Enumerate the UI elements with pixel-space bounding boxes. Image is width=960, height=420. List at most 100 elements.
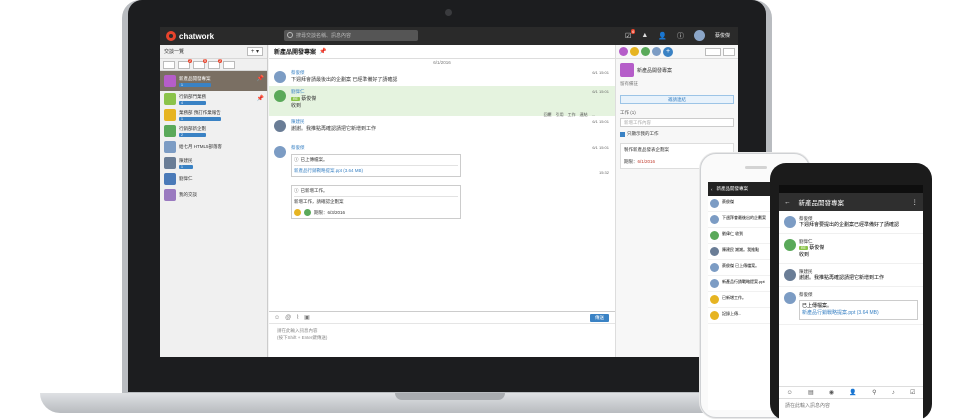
room-name: 新產品開發專案 (179, 75, 211, 81)
emoji-icon[interactable]: ☺ (787, 390, 793, 396)
info-icon[interactable]: ⓘ (677, 31, 684, 41)
room-count-badge: 1 (179, 116, 221, 121)
room-sidebar: 交談一覽 + ▾ 2 5 2 新產品開發專案 1 📌 行銷部門業務 4 📌 業務部 預訂作業… (160, 45, 268, 357)
filter-badge: 2 (188, 58, 192, 63)
message-input[interactable]: 請在此輸入訊息內容 (按下Shift + Enter鍵傳送) (269, 324, 615, 344)
task-icon[interactable]: ☑ (910, 389, 915, 396)
pin-icon[interactable]: 📌 (257, 75, 264, 82)
message-text: 收到 (799, 252, 810, 258)
video-icon[interactable]: ▣ (304, 314, 310, 321)
message[interactable]: 陳建民 謝謝。我推點再確認請把它新增到工作 6/1 15:01 回覆 引用 工作… (269, 112, 615, 142)
camera-icon[interactable]: ◉ (829, 389, 834, 396)
quote-action[interactable]: 引用 (556, 112, 564, 118)
overflow-menu-icon[interactable]: ⋮ (912, 198, 919, 206)
sidebar-room-item[interactable]: 給七月 HTML5部落客 (160, 139, 267, 155)
avatar[interactable] (630, 47, 639, 56)
message[interactable]: 蔡俊傑 下週拜會請最後出的企劃案 已經準備好了請確認 6/1 15:01 (269, 67, 615, 86)
invite-link-button[interactable]: 邀請連結 (620, 95, 734, 104)
message[interactable]: 劉偉仁 RE 蔡俊傑 收到 (779, 234, 923, 264)
avatar (784, 292, 796, 304)
tasks-icon[interactable]: ☑ 6 (625, 28, 636, 40)
avatar (710, 199, 719, 208)
date-divider: 6/1/2016 (433, 60, 451, 65)
add-room-button[interactable]: + ▾ (246, 47, 263, 56)
new-task-input[interactable]: 新增工作內容 (620, 118, 734, 127)
contacts-icon[interactable]: 👤 (658, 32, 667, 40)
task-due: 期限：6/3/2016 (314, 209, 346, 215)
folder-button[interactable] (705, 47, 721, 56)
my-tasks-checkbox[interactable]: 只顯示我的工作 (616, 127, 738, 141)
message-sender[interactable]: 蔡俊傑 (291, 145, 609, 151)
sidebar-room-item[interactable]: 業務部 預訂作業報告 1 (160, 107, 267, 123)
filter-home-icon[interactable] (163, 60, 175, 69)
message[interactable]: 蔡俊傑 已上傳檔案。 新產品行銷戰略提案.ppt (3.64 MB) (779, 287, 923, 325)
sidebar-room-item[interactable]: 我的交談 (160, 187, 267, 203)
message[interactable]: 蔡俊傑 下週拜會要提出的企劃案已經準備好了請確認 (779, 211, 923, 234)
file-icon[interactable]: ▤ (808, 389, 814, 396)
room-avatar (164, 189, 176, 201)
avatar[interactable] (693, 30, 705, 41)
sidebar-room-item[interactable]: 行銷部新企劃 2 (160, 123, 267, 139)
back-icon[interactable]: ‹ (711, 187, 713, 192)
sidebar-room-item[interactable]: 劉偉仁 (160, 171, 267, 187)
attach-icon[interactable]: ⌇ (296, 314, 299, 321)
room-avatar (164, 75, 176, 87)
composer: ☺ @ ⌇ ▣ 傳送 請在此輸入訊息內容 (按下Shift + Enter鍵傳送… (269, 311, 615, 357)
mic-icon[interactable]: ♪ (892, 390, 895, 396)
message[interactable]: 蔡俊傑 6/1 15:01 ⓘ 已上傳檔案。 新產品行銷戰略提案.ppt (3.6… (269, 142, 615, 224)
member-bar: + (616, 45, 738, 59)
avatar (710, 295, 719, 304)
location-icon[interactable]: ⚲ (872, 389, 876, 396)
task-text: 新增工作，請確認企劃案 (294, 199, 344, 204)
emoji-icon[interactable]: ☺ (274, 315, 280, 321)
avatar[interactable] (619, 47, 628, 56)
reply-action[interactable]: 回覆 (544, 112, 552, 118)
iphone-message-text: 下週拜會最後出的企劃案 (722, 215, 766, 220)
avatar[interactable] (641, 47, 650, 56)
filter-settings-icon[interactable] (223, 60, 235, 69)
link-action[interactable]: 連結 (580, 112, 588, 118)
sidebar-title: 交談一覽 (164, 49, 185, 55)
room-name: 新產品開發專案 (637, 67, 673, 74)
filter-mention-icon[interactable]: 2 (178, 58, 192, 69)
filter-unread-icon[interactable]: 5 (193, 58, 207, 69)
app-logo[interactable]: chatwork (166, 31, 214, 41)
pin-icon[interactable]: 📌 (257, 95, 264, 102)
room-name: 給七月 HTML5部落客 (179, 144, 223, 149)
filter-task-icon[interactable]: 2 (208, 58, 222, 69)
chat-pane: 新產品開發專案 📌 6/1/2016 蔡俊傑 下週拜會請最後出的企劃案 已經準備… (269, 45, 615, 357)
avatar (274, 146, 286, 158)
more-action[interactable]: ... (592, 112, 595, 118)
settings-button[interactable] (723, 47, 735, 56)
reply-chip[interactable]: RE (291, 97, 300, 101)
logo-icon (166, 31, 176, 41)
send-button[interactable]: 傳送 (590, 314, 609, 322)
add-member-button[interactable]: + (663, 46, 673, 57)
iphone-speaker (745, 166, 767, 169)
mention-icon[interactable]: @ (285, 315, 291, 321)
task-badge: 6 (631, 28, 636, 34)
avatar[interactable] (652, 47, 661, 56)
sidebar-room-item[interactable]: 行銷部門業務 4 📌 (160, 91, 267, 107)
file-link[interactable]: 新產品行銷戰略提案.ppt (3.64 MB) (802, 310, 915, 317)
android-message-input[interactable]: 請在此輸入訊息內容 (779, 398, 923, 412)
user-icon[interactable]: 👤 (849, 389, 856, 396)
avatar (710, 263, 719, 272)
file-link[interactable]: 新產品行銷戰略提案.ppt (3.64 MB) (294, 168, 458, 174)
avatar (294, 209, 301, 216)
search-placeholder: 搜尋交談名稱、訊息內容 (296, 33, 352, 39)
room-description: 留有備註 (620, 81, 638, 86)
bell-icon[interactable]: ▲ (641, 32, 648, 39)
sidebar-room-item[interactable]: 陳建民 1 (160, 155, 267, 171)
message-text: 謝謝。我推點再確認請把它新增到工作 (291, 126, 377, 132)
pin-icon[interactable]: 📌 (319, 48, 326, 55)
user-name[interactable]: 蔡俊傑 (715, 32, 730, 39)
back-arrow-icon[interactable]: ← (784, 199, 791, 206)
search-input[interactable]: 搜尋交談名稱、訊息內容 (284, 30, 418, 41)
message[interactable]: 陳建民 謝謝。我推點再確認請把它新增到工作 (779, 264, 923, 287)
task-action[interactable]: 工作 (568, 112, 576, 118)
message-time: 6/1 15:01 (592, 70, 609, 75)
sidebar-room-item[interactable]: 新產品開發專案 1 📌 (160, 71, 267, 91)
iphone-message-text: 記錄上傳... (722, 311, 742, 316)
message-sender: 蔡俊傑 (799, 292, 813, 297)
